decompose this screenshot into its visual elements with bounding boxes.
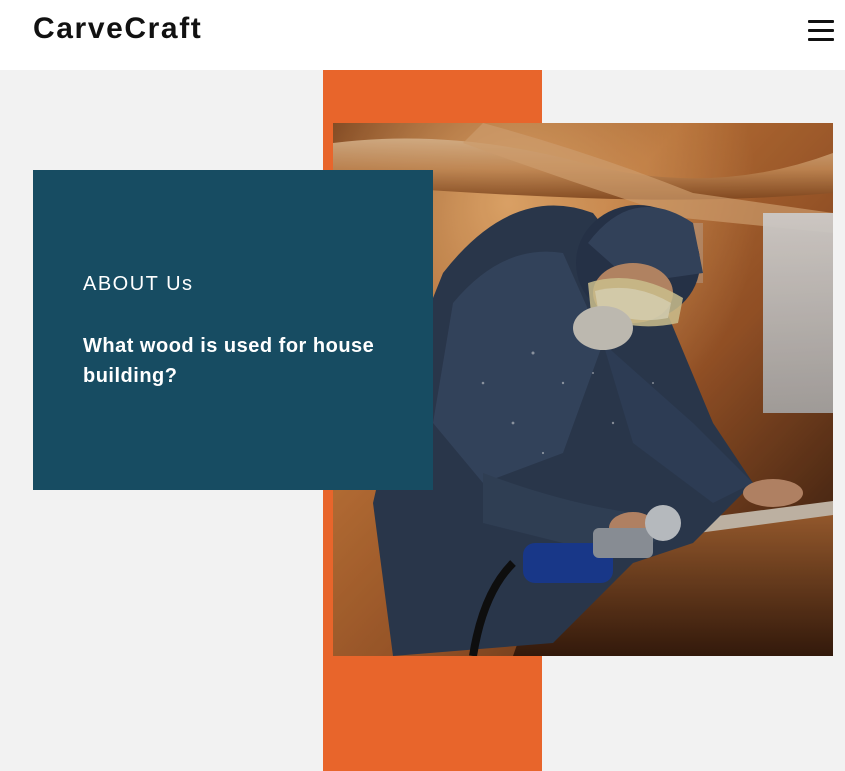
section-headline: What wood is used for house building? [83,335,375,387]
menu-bar-bottom [808,38,834,41]
menu-bar-top [808,20,834,23]
brand-logo[interactable]: CarveCraft [33,10,202,48]
section-eyebrow: ABOUT Us [83,273,194,295]
menu-bar-middle [808,29,834,32]
about-card: ABOUT Us What wood is used for house bui… [33,170,433,490]
site-header: CarveCraft [0,0,845,70]
about-section: ABOUT Us What wood is used for house bui… [0,70,845,771]
hamburger-menu-icon[interactable] [808,20,834,42]
